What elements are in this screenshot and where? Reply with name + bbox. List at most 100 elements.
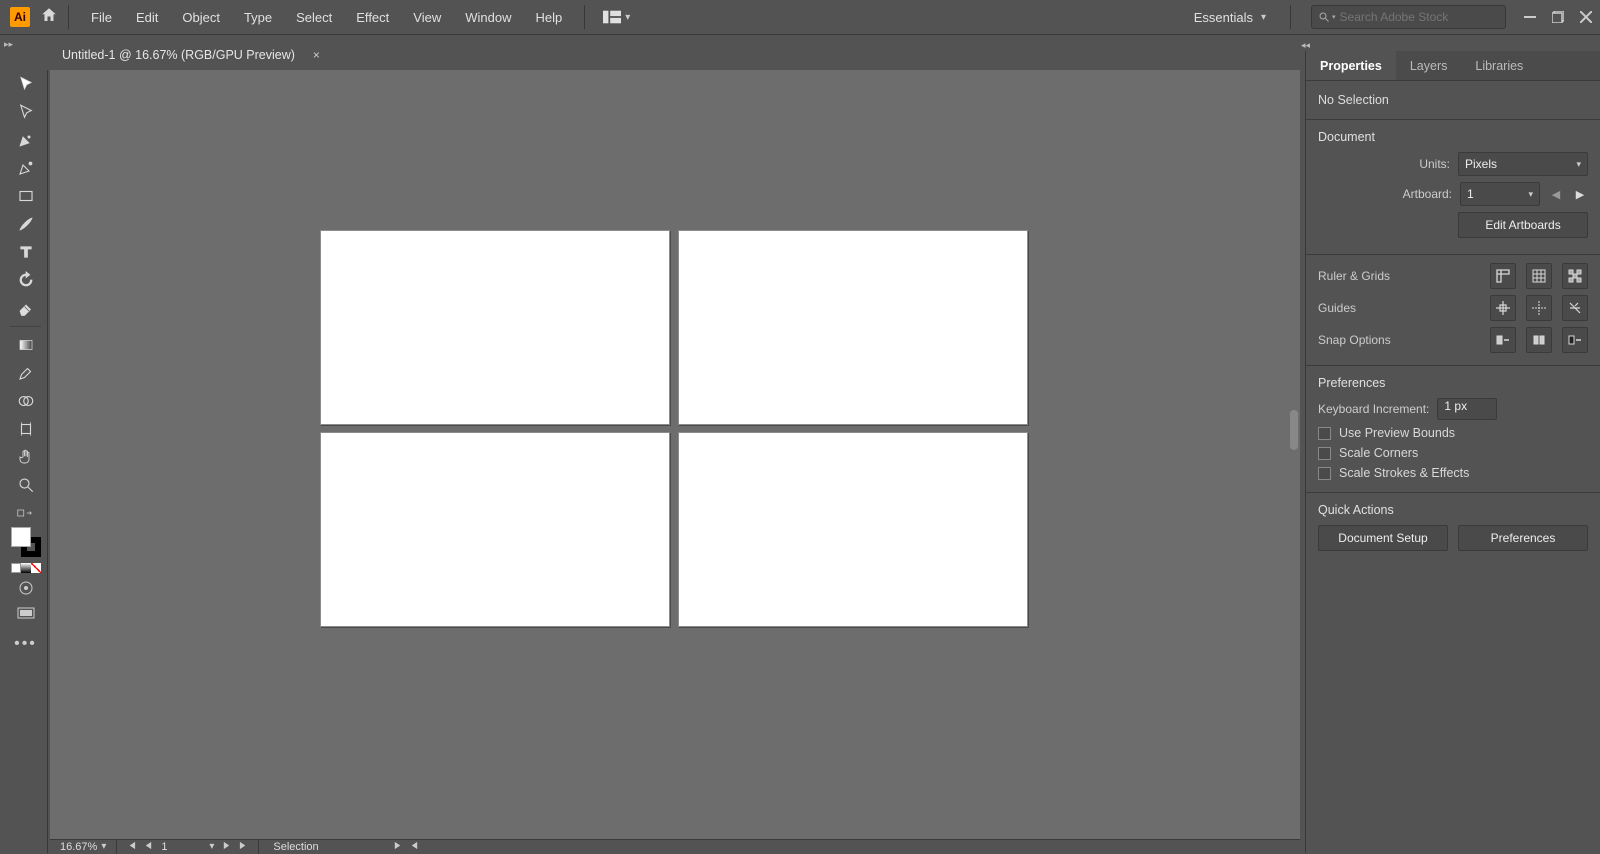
artboard-1[interactable] [320, 230, 670, 425]
artboard-4[interactable] [678, 432, 1028, 627]
keyboard-increment-field[interactable]: 1 px [1437, 398, 1497, 420]
eyedropper-tool[interactable] [4, 359, 48, 387]
selection-status: No Selection [1318, 91, 1588, 115]
preferences-button[interactable]: Preferences [1458, 525, 1588, 551]
color-mode-row[interactable] [4, 563, 47, 573]
artboard-number-field[interactable]: 1 [161, 840, 201, 854]
units-dropdown[interactable]: Pixels▾ [1458, 152, 1588, 176]
artboard-value: 1 [1467, 187, 1474, 201]
units-value: Pixels [1465, 157, 1497, 171]
transparency-grid-icon[interactable] [1562, 263, 1588, 289]
ruler-icon[interactable] [1490, 263, 1516, 289]
arrange-documents-icon[interactable]: ▾ [595, 10, 638, 24]
lock-guides-icon[interactable] [1526, 295, 1552, 321]
status-back-icon[interactable] [410, 841, 419, 853]
status-bar: 16.67% ▾ 1 ▾ Selection [50, 839, 1300, 853]
shape-builder-tool[interactable] [4, 387, 48, 415]
snap-to-grid-icon[interactable] [1526, 327, 1552, 353]
artboard-2[interactable] [678, 230, 1028, 425]
zoom-value: 16.67% [60, 840, 97, 854]
smart-guides-icon[interactable] [1562, 295, 1588, 321]
keyboard-increment-label: Keyboard Increment: [1318, 402, 1429, 416]
stock-search-box[interactable]: ▾ [1311, 5, 1506, 29]
screen-mode-icon[interactable] [4, 601, 48, 627]
prev-artboard-arrow[interactable]: ◀ [1548, 188, 1564, 201]
menu-file[interactable]: File [79, 0, 124, 35]
zoom-tool[interactable] [4, 471, 48, 499]
fill-stroke-swatch[interactable] [11, 527, 41, 557]
ruler-grids-label: Ruler & Grids [1318, 269, 1390, 283]
artboard-dropdown[interactable]: 1▾ [1460, 182, 1540, 206]
tab-properties[interactable]: Properties [1306, 51, 1396, 80]
artboard-3[interactable] [320, 432, 670, 627]
type-tool[interactable] [4, 238, 48, 266]
workspace-label: Essentials [1194, 10, 1253, 25]
menu-type[interactable]: Type [232, 0, 284, 35]
edit-artboards-button[interactable]: Edit Artboards [1458, 212, 1588, 238]
close-tab-icon[interactable]: × [313, 48, 320, 62]
selection-tool[interactable] [4, 70, 48, 98]
document-setup-button[interactable]: Document Setup [1318, 525, 1448, 551]
status-play-icon[interactable] [393, 841, 402, 853]
menu-window[interactable]: Window [453, 0, 523, 35]
left-dock-expander[interactable]: ▸▸ [0, 35, 9, 49]
next-artboard-arrow[interactable]: ▶ [1572, 188, 1588, 201]
prev-artboard-icon[interactable] [144, 840, 153, 854]
chevron-right-icon: ▸▸ [4, 39, 13, 50]
window-restore-icon[interactable] [1548, 8, 1568, 26]
hand-tool[interactable] [4, 443, 48, 471]
menu-view[interactable]: View [401, 0, 453, 35]
snap-to-pixel-icon[interactable] [1562, 327, 1588, 353]
draw-mode-normal-icon[interactable] [4, 575, 48, 601]
scale-corners-checkbox[interactable]: Scale Corners [1318, 446, 1588, 460]
window-close-icon[interactable] [1576, 8, 1596, 26]
canvas-area[interactable] [50, 70, 1300, 839]
home-icon[interactable] [40, 6, 58, 29]
gradient-tool[interactable] [4, 331, 48, 359]
document-tab-title: Untitled-1 @ 16.67% (RGB/GPU Preview) [62, 48, 295, 62]
direct-selection-tool[interactable] [4, 98, 48, 126]
eraser-tool[interactable] [4, 294, 48, 322]
workspace-switcher[interactable]: Essentials ▾ [1180, 10, 1280, 25]
show-guides-icon[interactable] [1490, 295, 1516, 321]
chevron-down-icon: ▾ [101, 840, 106, 854]
curvature-tool[interactable] [4, 154, 48, 182]
next-artboard-icon[interactable] [222, 840, 231, 854]
menu-object[interactable]: Object [170, 0, 232, 35]
swap-fill-stroke-icon[interactable] [4, 505, 48, 521]
rotate-tool[interactable] [4, 266, 48, 294]
tab-layers[interactable]: Layers [1396, 51, 1462, 80]
menu-effect[interactable]: Effect [344, 0, 401, 35]
paintbrush-tool[interactable] [4, 210, 48, 238]
snap-options-label: Snap Options [1318, 333, 1391, 347]
artboard-nav: 1 ▾ [117, 840, 259, 854]
grid-icon[interactable] [1526, 263, 1552, 289]
menu-select[interactable]: Select [284, 0, 344, 35]
last-artboard-icon[interactable] [239, 840, 248, 854]
tab-libraries[interactable]: Libraries [1461, 51, 1537, 80]
rectangle-tool[interactable] [4, 182, 48, 210]
window-minimize-icon[interactable] [1520, 8, 1540, 26]
snap-to-point-icon[interactable] [1490, 327, 1516, 353]
quick-actions-title: Quick Actions [1318, 503, 1588, 517]
stock-search-input[interactable] [1340, 10, 1480, 24]
document-section-title: Document [1318, 130, 1588, 144]
units-label: Units: [1419, 157, 1450, 171]
scale-strokes-checkbox[interactable]: Scale Strokes & Effects [1318, 466, 1588, 480]
use-preview-bounds-checkbox[interactable]: Use Preview Bounds [1318, 426, 1588, 440]
menu-edit[interactable]: Edit [124, 0, 170, 35]
vertical-scrollbar[interactable] [1288, 70, 1300, 839]
fill-swatch[interactable] [11, 527, 31, 547]
tool-panel: ••• [4, 70, 48, 853]
chevron-down-icon: ▾ [209, 840, 214, 854]
artboard-tool[interactable] [4, 415, 48, 443]
document-tab-strip: Untitled-1 @ 16.67% (RGB/GPU Preview) × [50, 38, 332, 70]
first-artboard-icon[interactable] [127, 840, 136, 854]
chevron-down-icon: ▾ [625, 12, 630, 23]
right-dock-collapse-icon[interactable]: ◂◂ [1301, 40, 1310, 51]
edit-toolbar-icon[interactable]: ••• [4, 635, 47, 653]
document-tab[interactable]: Untitled-1 @ 16.67% (RGB/GPU Preview) × [50, 38, 332, 70]
zoom-field[interactable]: 16.67% ▾ [50, 840, 117, 854]
pen-tool[interactable] [4, 126, 48, 154]
menu-help[interactable]: Help [523, 0, 574, 35]
